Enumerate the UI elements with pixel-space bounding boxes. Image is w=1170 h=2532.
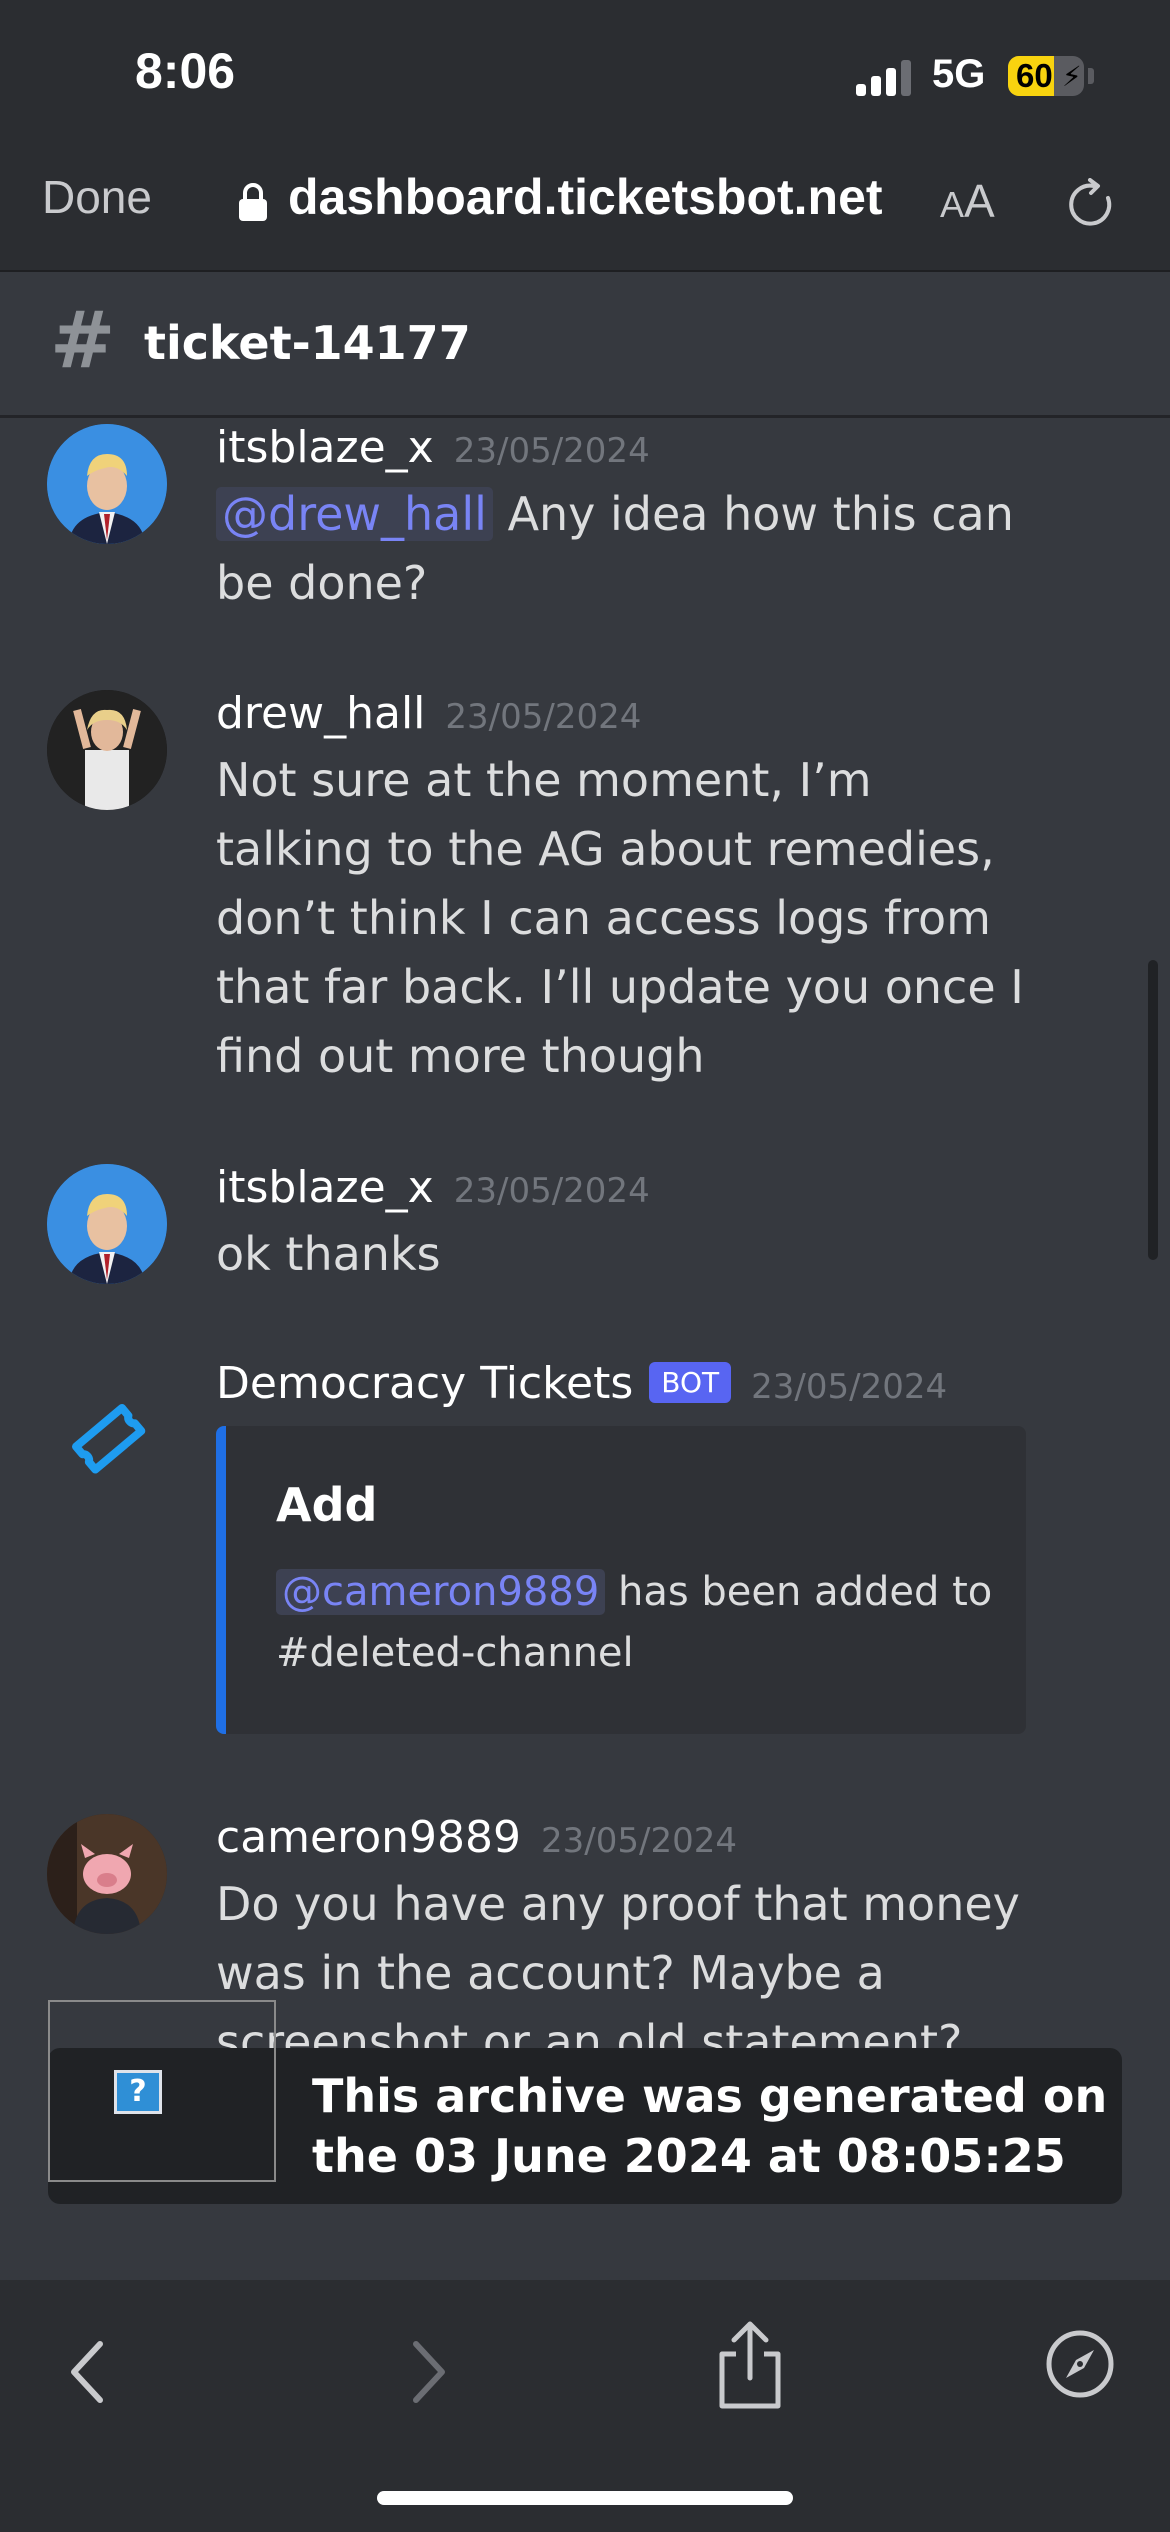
battery-percent: 60 <box>1016 57 1053 94</box>
author-name[interactable]: cameron9889 <box>216 1812 521 1863</box>
message-timestamp: 23/05/2024 <box>453 1171 650 1211</box>
author-name[interactable]: Democracy Tickets <box>216 1358 633 1409</box>
signal-icon <box>856 60 914 96</box>
message-author[interactable]: itsblaze_x 23/05/2024 <box>216 1162 650 1213</box>
message-author[interactable]: itsblaze_x 23/05/2024 <box>216 422 650 473</box>
reload-icon[interactable] <box>1064 178 1118 232</box>
lock-icon <box>239 183 267 221</box>
message-list[interactable]: itsblaze_x 23/05/2024 @drew_hall Any idea… <box>0 418 1170 2278</box>
avatar-image <box>47 1814 167 1934</box>
channel-header: # ticket-14177 <box>0 272 1170 418</box>
author-name[interactable]: itsblaze_x <box>216 1162 434 1213</box>
archive-image-placeholder: ? <box>48 2000 276 2182</box>
message-timestamp: 23/05/2024 <box>751 1367 948 1407</box>
share-icon[interactable] <box>712 2320 788 2412</box>
compass-icon[interactable] <box>1044 2328 1116 2400</box>
message-body: Not sure at the moment, I’m talking to t… <box>216 753 1024 1083</box>
status-time: 8:06 <box>135 43 236 99</box>
battery-icon: 60 ⚡ <box>1008 56 1084 96</box>
hash-icon: # <box>50 296 116 386</box>
avatar-cameron9889[interactable] <box>47 1814 167 1934</box>
message-author[interactable]: drew_hall 23/05/2024 <box>216 688 641 739</box>
message-timestamp: 23/05/2024 <box>541 1821 737 1861</box>
avatar-itsblaze-x[interactable] <box>47 424 167 544</box>
avatar-drew-hall[interactable] <box>47 690 167 810</box>
avatar-itsblaze-x[interactable] <box>47 1164 167 1284</box>
message-author[interactable]: cameron9889 23/05/2024 <box>216 1812 737 1863</box>
author-name[interactable]: itsblaze_x <box>216 422 434 473</box>
archive-notice: This archive was generated on the 03 Jun… <box>312 2069 1108 2183</box>
message-text: @drew_hall Any idea how this can be done… <box>216 480 1036 618</box>
message-author[interactable]: Democracy Tickets BOT 23/05/2024 <box>216 1358 947 1409</box>
embed-title: Add <box>276 1478 378 1532</box>
screen: 8:06 5G 60 ⚡ Done dashboard.ticketsbot.n… <box>0 0 1170 2532</box>
charging-bolt-icon: ⚡ <box>1062 60 1082 93</box>
channel-name: ticket-14177 <box>144 316 471 370</box>
battery-nub <box>1088 68 1094 84</box>
browser-bar: Done dashboard.ticketsbot.net AA <box>0 140 1170 272</box>
message-body: Do you have any proof that money was in … <box>216 1877 1020 2069</box>
embed-description: @cameron9889 has been added to #deleted-… <box>276 1562 996 1684</box>
text-size-small-glyph: A <box>940 184 965 225</box>
home-indicator[interactable] <box>377 2491 793 2505</box>
ticket-icon[interactable] <box>68 1398 148 1478</box>
message-timestamp: 23/05/2024 <box>453 431 650 471</box>
done-button[interactable]: Done <box>42 170 152 224</box>
avatar-image <box>47 1164 167 1284</box>
embed-card: Add @cameron9889 has been added to #dele… <box>216 1426 1026 1734</box>
forward-icon[interactable] <box>396 2332 456 2412</box>
avatar-image <box>47 690 167 810</box>
avatar-image <box>47 424 167 544</box>
message-timestamp: 23/05/2024 <box>445 697 642 737</box>
status-bar: 8:06 5G 60 ⚡ <box>0 0 1170 140</box>
broken-image-icon: ? <box>114 2070 162 2114</box>
network-type: 5G <box>932 52 986 96</box>
scrollbar[interactable] <box>1148 960 1158 1260</box>
text-size-button[interactable]: AA <box>940 174 995 228</box>
user-mention[interactable]: @drew_hall <box>216 487 493 541</box>
user-mention[interactable]: @cameron9889 <box>276 1569 606 1615</box>
bot-badge: BOT <box>649 1362 732 1403</box>
url-field[interactable]: dashboard.ticketsbot.net <box>288 168 883 226</box>
author-name[interactable]: drew_hall <box>216 688 425 739</box>
message-body: ok thanks <box>216 1227 441 1281</box>
back-icon[interactable] <box>60 2332 120 2412</box>
